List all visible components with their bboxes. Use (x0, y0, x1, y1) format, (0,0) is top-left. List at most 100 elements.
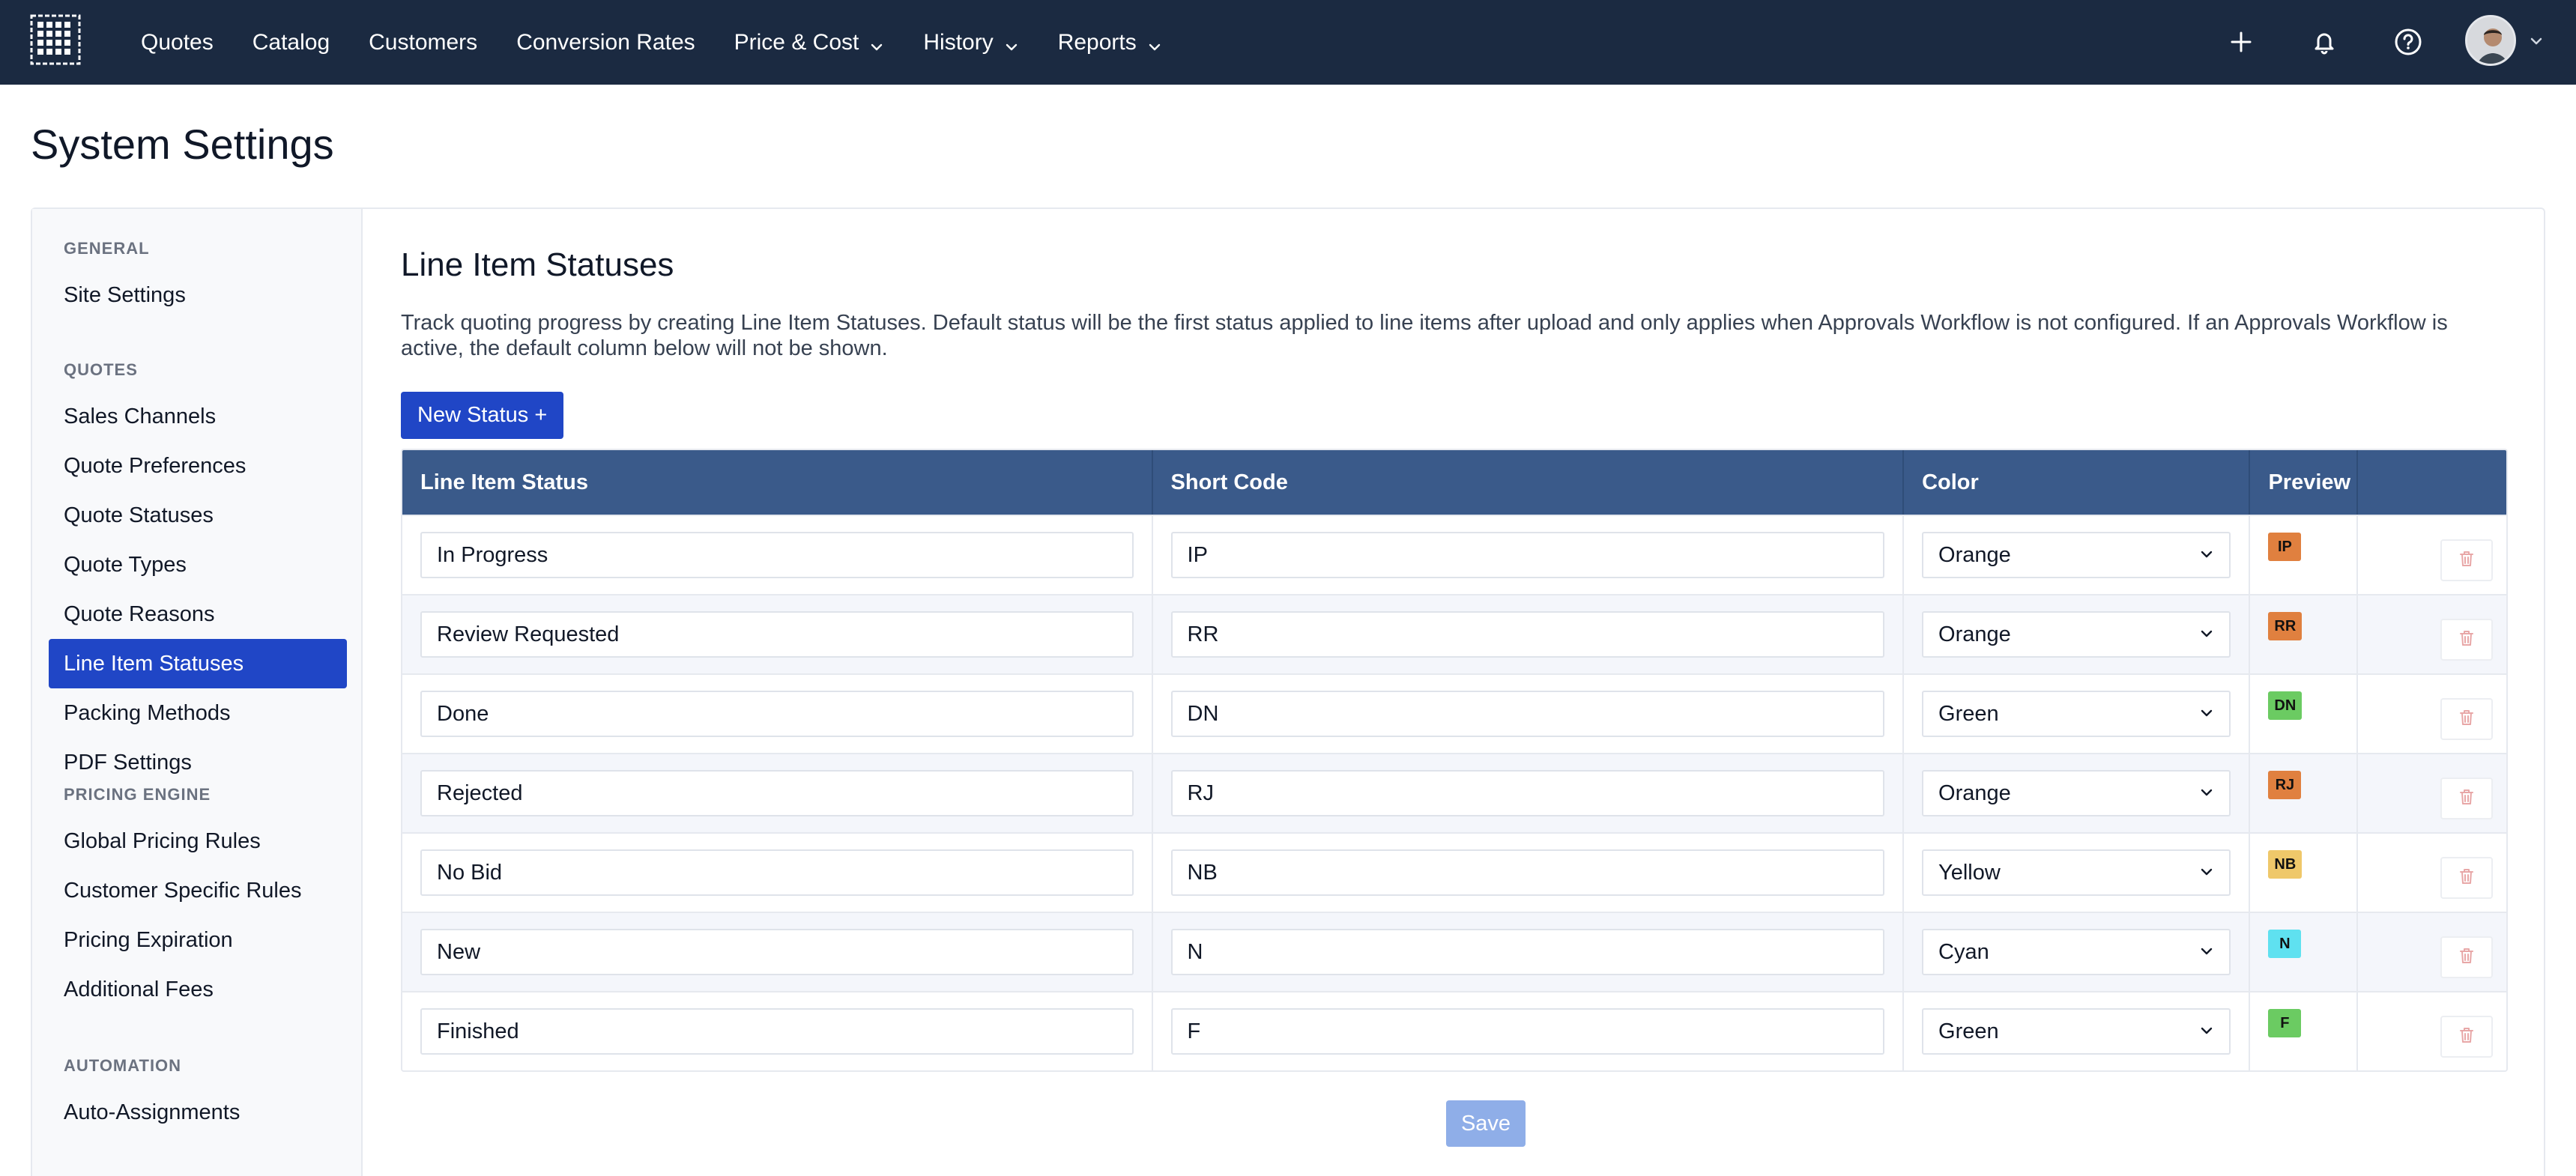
sidebar-item-quote-statuses[interactable]: Quote Statuses (49, 491, 347, 540)
status-name-input[interactable]: Review Requested (420, 611, 1134, 658)
table-row: Done DN Green DN (402, 673, 2506, 753)
sidebar-section-heading: QUOTES (64, 360, 138, 379)
help-icon[interactable] (2392, 25, 2425, 58)
settings-sidebar: GENERAL Site Settings QUOTES Sales Channels… (32, 209, 363, 1176)
status-name-input[interactable]: Done (420, 691, 1134, 737)
status-cell: Finished (402, 992, 1153, 1070)
short-code-input[interactable]: IP (1170, 532, 1885, 578)
chevron-down-icon (2199, 702, 2214, 727)
trash-icon (2456, 628, 2477, 652)
color-select[interactable]: Orange (1922, 770, 2231, 816)
sidebar-item-packing-methods[interactable]: Packing Methods (49, 688, 347, 738)
sidebar-section-heading: GENERAL (64, 239, 150, 258)
save-button[interactable]: Save (1446, 1100, 1526, 1147)
color-select[interactable]: Yellow (1922, 849, 2231, 896)
nav-item-catalog[interactable]: Catalog (253, 30, 330, 55)
color-select-value: Cyan (1938, 939, 1989, 964)
color-select[interactable]: Green (1922, 691, 2231, 737)
status-preview-badge: N (2268, 930, 2302, 958)
sidebar-item-auto-assignments[interactable]: Auto-Assignments (49, 1088, 347, 1137)
top-nav: Quotes Catalog Customers Conversion Rates Pr… (0, 0, 2576, 85)
color-select[interactable]: Green (1922, 1008, 2231, 1055)
short-code-cell: NB (1153, 834, 1905, 912)
short-code-input[interactable]: RJ (1170, 770, 1885, 816)
nav-item-history[interactable]: History (923, 30, 1018, 55)
short-code-input[interactable]: F (1170, 1008, 1885, 1055)
short-code-input[interactable]: N (1170, 929, 1885, 975)
color-cell: Orange (1904, 595, 2251, 673)
short-code-cell: IP (1153, 516, 1905, 594)
short-code-cell: DN (1153, 675, 1905, 753)
avatar[interactable] (2465, 15, 2516, 66)
short-code-input[interactable]: NB (1170, 849, 1885, 896)
trash-icon (2456, 786, 2477, 811)
actions-cell (2358, 754, 2506, 832)
nav-item-price-cost[interactable]: Price & Cost (734, 30, 885, 55)
color-select[interactable]: Orange (1922, 611, 2231, 658)
delete-button[interactable] (2440, 619, 2494, 661)
nav-item-conversion-rates[interactable]: Conversion Rates (516, 30, 695, 55)
plus-icon[interactable] (2225, 25, 2258, 58)
bell-icon[interactable] (2308, 25, 2341, 58)
actions-cell (2358, 834, 2506, 912)
delete-button[interactable] (2440, 539, 2494, 581)
sidebar-item-pdf-settings[interactable]: PDF Settings (49, 738, 347, 787)
new-status-button[interactable]: New Status + (401, 392, 564, 439)
sidebar-item-line-item-statuses[interactable]: Line Item Statuses (49, 639, 347, 688)
short-code-input[interactable]: DN (1170, 691, 1885, 737)
trash-icon (2456, 707, 2477, 732)
page-title: System Settings (31, 121, 334, 168)
column-header: Preview (2250, 450, 2359, 515)
short-code-cell: RR (1153, 595, 1905, 673)
delete-button[interactable] (2440, 698, 2494, 740)
nav-item-reports[interactable]: Reports (1058, 30, 1162, 55)
sidebar-item-global-pricing-rules[interactable]: Global Pricing Rules (49, 816, 347, 866)
table-header: Line Item Status Short Code Color Preview (402, 450, 2506, 515)
nav-item-customers[interactable]: Customers (369, 30, 477, 55)
sidebar-item-quote-types[interactable]: Quote Types (49, 540, 347, 589)
status-name-input[interactable]: New (420, 929, 1134, 975)
settings-card: GENERAL Site Settings QUOTES Sales Channels… (31, 207, 2545, 1176)
delete-button[interactable] (2440, 936, 2494, 978)
table-body: In Progress IP Orange IP Review Requested RR O… (402, 515, 2506, 1070)
short-code-cell: RJ (1153, 754, 1905, 832)
nav-menu: Quotes Catalog Customers Conversion Rates Pr… (141, 0, 1201, 85)
actions-cell (2358, 595, 2506, 673)
status-name-input[interactable]: In Progress (420, 532, 1134, 578)
table-row: Finished F Green F (402, 991, 2506, 1070)
sidebar-item-quote-preferences[interactable]: Quote Preferences (49, 441, 347, 491)
section-title: Line Item Statuses (401, 246, 674, 283)
status-cell: New (402, 913, 1153, 991)
chevron-down-icon (2199, 622, 2214, 647)
color-select[interactable]: Cyan (1922, 929, 2231, 975)
short-code-input[interactable]: RR (1170, 611, 1885, 658)
color-select[interactable]: Orange (1922, 532, 2231, 578)
status-name-input[interactable]: No Bid (420, 849, 1134, 896)
table-row: No Bid NB Yellow NB (402, 832, 2506, 912)
delete-button[interactable] (2440, 857, 2494, 899)
delete-button[interactable] (2440, 778, 2494, 819)
status-preview-badge: IP (2268, 533, 2302, 561)
sidebar-item-site-settings[interactable]: Site Settings (49, 270, 347, 320)
sidebar-item-additional-fees[interactable]: Additional Fees (49, 965, 347, 1014)
delete-button[interactable] (2440, 1016, 2494, 1058)
sidebar-item-pricing-expiration[interactable]: Pricing Expiration (49, 915, 347, 965)
status-name-input[interactable]: Finished (420, 1008, 1134, 1055)
trash-icon (2456, 945, 2477, 970)
sidebar-item-sales-channels[interactable]: Sales Channels (49, 392, 347, 441)
status-name-input[interactable]: Rejected (420, 770, 1134, 816)
color-cell: Orange (1904, 754, 2251, 832)
status-cell: Rejected (402, 754, 1153, 832)
statuses-table: Line Item Status Short Code Color Preview I… (401, 449, 2508, 1072)
chevron-down-icon[interactable] (2528, 33, 2545, 49)
sidebar-section-heading: AUTOMATION (64, 1056, 182, 1075)
nav-item-quotes[interactable]: Quotes (141, 30, 214, 55)
sidebar-item-customer-specific-rules[interactable]: Customer Specific Rules (49, 866, 347, 915)
status-preview-badge: F (2268, 1009, 2302, 1037)
preview-cell: F (2250, 992, 2359, 1070)
sidebar-item-quote-reasons[interactable]: Quote Reasons (49, 589, 347, 639)
status-cell: No Bid (402, 834, 1153, 912)
actions-cell (2358, 913, 2506, 991)
app-logo-icon[interactable] (30, 14, 81, 65)
status-cell: Done (402, 675, 1153, 753)
